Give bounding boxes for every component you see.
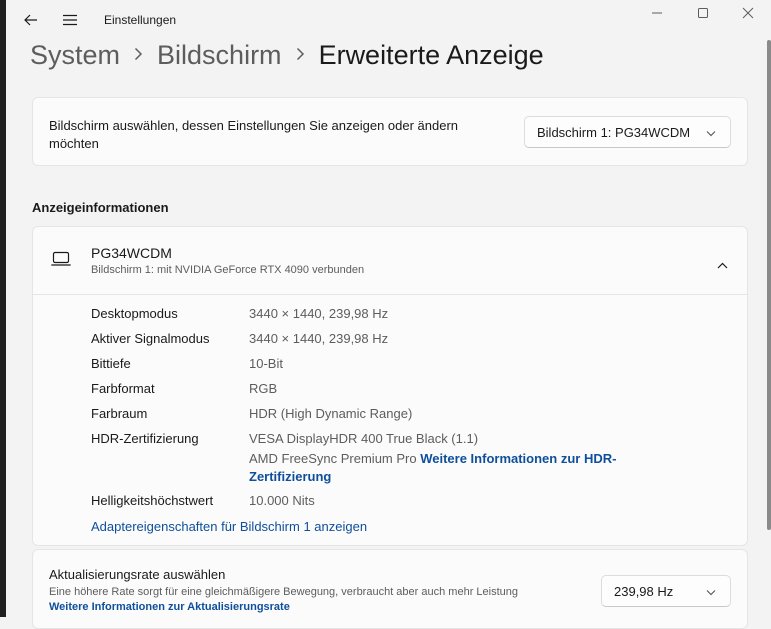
breadcrumb-system[interactable]: System [30, 40, 120, 71]
minimize-button[interactable] [634, 0, 680, 26]
row-value-farbformat: RGB [249, 381, 278, 396]
window-title: Einstellungen [104, 13, 177, 27]
laptop-monitor-icon [51, 251, 71, 272]
row-label-helligkeit: Helligkeitshöchstwert [91, 493, 214, 508]
row-value-hdr-freesync: AMD FreeSync Premium Pro Weitere Informa… [249, 450, 669, 486]
close-button[interactable] [725, 0, 771, 26]
breadcrumb-separator-icon [134, 44, 143, 67]
row-label-hdr-zertifizierung: HDR-Zertifizierung [91, 431, 199, 446]
row-label-bittiefe: Bittiefe [91, 356, 131, 371]
refresh-rate-title: Aktualisierungsrate auswählen [49, 567, 226, 582]
hamburger-menu-icon [63, 14, 77, 26]
row-label-signalmodus: Aktiver Signalmodus [91, 331, 210, 346]
section-title-anzeigeinformationen: Anzeigeinformationen [32, 200, 169, 215]
refresh-rate-description: Eine höhere Rate sorgt für eine gleichmä… [49, 586, 518, 598]
display-select-dropdown[interactable]: Bildschirm 1: PG34WCDM [524, 116, 731, 148]
window-left-edge [0, 0, 6, 617]
row-value-helligkeit: 10.000 Nits [249, 493, 315, 508]
scrollbar[interactable] [767, 40, 771, 530]
freesync-text: AMD FreeSync Premium Pro [249, 451, 417, 466]
row-label-desktopmodus: Desktopmodus [91, 306, 178, 321]
close-icon [742, 7, 754, 19]
monitor-name: PG34WCDM [91, 245, 172, 261]
row-value-farbraum: HDR (High Dynamic Range) [249, 406, 413, 421]
refresh-rate-dropdown[interactable]: 239,98 Hz [601, 575, 731, 607]
display-select-label: Bildschirm auswählen, dessen Einstellung… [49, 117, 458, 153]
refresh-rate-value: 239,98 Hz [614, 583, 674, 599]
breadcrumb-bildschirm[interactable]: Bildschirm [157, 40, 282, 71]
row-value-desktopmodus: 3440 × 1440, 239,98 Hz [249, 306, 389, 321]
row-label-farbraum: Farbraum [91, 406, 148, 421]
row-value-hdr-zertifizierung: VESA DisplayHDR 400 True Black (1.1) [249, 431, 479, 446]
back-button[interactable] [18, 8, 44, 32]
refresh-rate-info-link[interactable]: Weitere Informationen zur Aktualisierung… [49, 601, 290, 613]
display-select-label-line1: Bildschirm auswählen, dessen Einstellung… [49, 118, 459, 133]
maximize-icon [698, 8, 708, 18]
monitor-subtitle: Bildschirm 1: mit NVIDIA GeForce RTX 409… [91, 264, 365, 276]
minimize-icon [652, 12, 662, 14]
display-select-label-line2: möchten [49, 136, 99, 151]
display-select-card: Bildschirm auswählen, dessen Einstellung… [32, 97, 748, 166]
breadcrumb-separator-icon [296, 44, 305, 67]
hdr-info-link[interactable]: Weitere Informationen zur HDR- [420, 451, 616, 466]
breadcrumb: System Bildschirm Erweiterte Anzeige [30, 40, 544, 71]
row-value-signalmodus: 3440 × 1440, 239,98 Hz [249, 331, 389, 346]
chevron-down-icon [706, 125, 716, 140]
page-title: Erweiterte Anzeige [318, 40, 544, 70]
hdr-info-link-cont[interactable]: Zertifizierung [249, 469, 331, 484]
row-label-farbformat: Farbformat [91, 381, 155, 396]
maximize-button[interactable] [680, 0, 726, 26]
row-value-bittiefe: 10-Bit [249, 356, 283, 371]
refresh-rate-card: Aktualisierungsrate auswählen Eine höher… [32, 549, 748, 629]
back-arrow-icon [24, 14, 37, 26]
chevron-down-icon [706, 584, 716, 599]
display-info-header[interactable]: PG34WCDM Bildschirm 1: mit NVIDIA GeForc… [33, 227, 747, 295]
menu-button[interactable] [57, 8, 83, 32]
chevron-up-icon[interactable] [717, 256, 728, 274]
adapter-properties-link[interactable]: Adaptereigenschaften für Bildschirm 1 an… [91, 519, 367, 534]
display-select-value: Bildschirm 1: PG34WCDM [537, 124, 691, 140]
